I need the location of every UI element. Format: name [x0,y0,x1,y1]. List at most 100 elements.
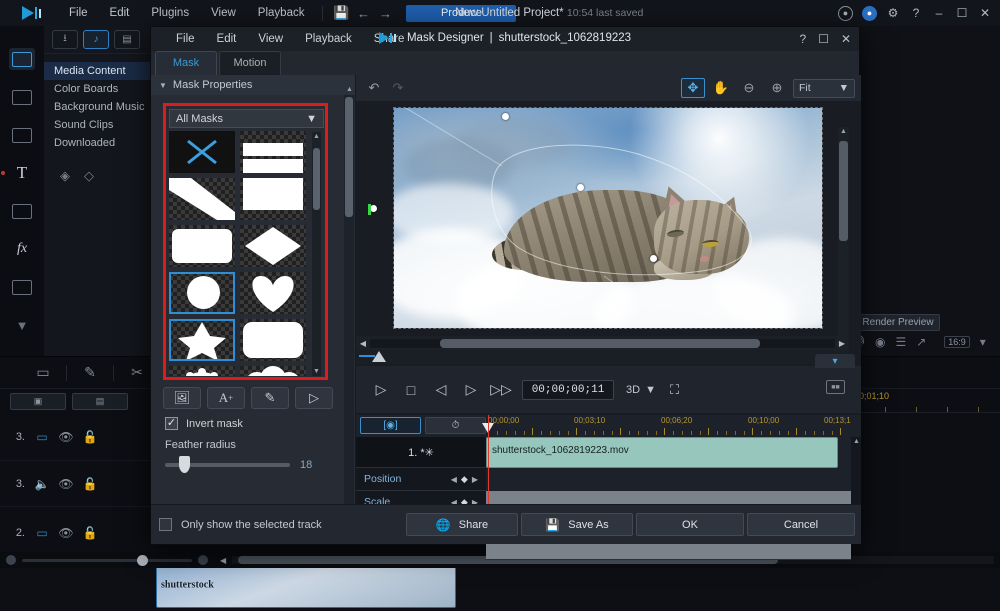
menu-file[interactable]: File [58,0,99,26]
mask-thumb-horizontal-split[interactable] [240,131,306,173]
mask-timeline-clip[interactable]: shutterstock_1062819223.mov [486,437,838,468]
mask-keyframe-tab[interactable]: [◉] [360,417,421,434]
mask-properties-header[interactable]: ▼ Mask Properties [151,75,355,95]
library-item-color-boards[interactable]: Color Boards [44,80,153,98]
scrollbar-track[interactable] [370,339,835,348]
feather-radius-slider[interactable] [165,463,290,467]
canvas-vertical-scrollbar[interactable]: ▲ ▼ [838,127,849,362]
help-button[interactable]: ? [799,32,806,46]
mask-thumb-diagonal-stripe[interactable] [169,178,235,220]
mask-thumb-starburst[interactable] [169,366,235,376]
invert-mask-row[interactable]: ✓ Invert mask [165,417,243,430]
mask-handle[interactable] [650,255,657,262]
only-show-selected-track-checkbox[interactable] [159,518,172,531]
eye-icon[interactable]: 👁 [54,430,78,444]
eye-icon[interactable]: 👁 [54,526,78,540]
save-icon[interactable]: 💾 [330,4,352,22]
preview-canvas[interactable] [393,107,823,329]
mask-timeline-ruler[interactable]: 00;00;00 00;03;10 00;06;20 00;10;00 00;1… [486,415,851,437]
scroll-up-arrow[interactable]: ▲ [346,86,353,93]
zoom-out-icon[interactable]: ⊖ [737,78,761,98]
mask-grid-scrollbar[interactable]: ▲ ▼ [312,132,321,376]
notification-bell-icon[interactable]: ● [862,6,877,21]
close-icon[interactable]: ✕ [978,6,992,20]
unlock-icon[interactable]: 🔓 [78,430,102,444]
table-row[interactable]: 3. ▭ 👁 🔓 [0,413,154,461]
fullscreen-icon[interactable]: ⛶ [670,382,679,398]
menu-view[interactable]: View [200,0,247,26]
polygon-pen-icon[interactable]: ▷ [295,387,333,409]
mask-thumb-rounded-square[interactable] [240,319,306,361]
mode-3d-dropdown[interactable]: 3D ▼ [626,384,656,396]
stop-button[interactable]: □ [396,377,426,403]
mask-handle[interactable] [502,113,509,120]
scroll-down-arrow[interactable]: ▼ [313,368,320,375]
cancel-button[interactable]: Cancel [747,513,855,536]
mask-thumb-no-mask[interactable] [169,131,235,173]
unlock-icon[interactable]: 🔓 [78,477,102,491]
time-slider-knob[interactable] [372,351,386,362]
zoom-out-handle[interactable] [6,555,16,565]
zoom-in-handle[interactable] [198,555,208,565]
canvas-horizontal-scrollbar[interactable]: ◀ ▶ [356,336,849,350]
scroll-up-arrow[interactable]: ▲ [313,133,320,140]
properties-panel-scrollbar[interactable]: ▲ ▼ [344,95,354,515]
undo-button[interactable]: ↶ [362,78,386,98]
sidebar-item-particle-room[interactable] [9,276,35,298]
text-plus-icon[interactable]: A+ [207,387,245,409]
mask-thumb-rectangle[interactable] [240,178,306,220]
ok-button[interactable]: OK [636,513,744,536]
mask-thumb-circle[interactable] [169,272,235,314]
eye-icon[interactable]: 👁 [54,477,78,491]
timeline-clip[interactable]: shutterstock [156,562,456,608]
previous-frame-button[interactable]: ◁ [426,377,456,403]
track-manager-icon[interactable]: ▤ [72,393,128,410]
scroll-up-arrow[interactable]: ▲ [840,128,847,135]
chevron-down-icon[interactable]: ▾ [815,354,855,368]
mask-thumb-diamond[interactable] [240,225,306,267]
sidebar-item-clapper-room[interactable] [9,124,35,146]
keyframe-nav[interactable]: ◀◆▶ [451,474,478,485]
table-row[interactable]: 3. 🔈 👁 🔓 [0,461,154,507]
import-icon[interactable]: ⭳ [52,30,78,49]
scrollbar-thumb[interactable] [839,141,848,241]
snapshot-camera-icon[interactable]: ◉ [875,335,885,349]
maximize-icon[interactable]: ☐ [955,6,969,20]
mask-filter-dropdown[interactable]: All Masks ▼ [169,109,324,128]
film-snapshot-icon[interactable]: ■■ [826,380,845,394]
zoom-slider-knob[interactable] [137,555,148,566]
motion-keyframe-tab[interactable]: ⏱ [425,417,486,434]
popout-icon[interactable]: ↗ [916,335,926,349]
scrollbar-thumb[interactable] [440,339,760,348]
next-keyframe-icon[interactable]: ▶ [472,475,478,484]
media-note-icon[interactable]: ♪ [83,30,109,49]
library-item-media-content[interactable]: Media Content [44,62,153,80]
preview-timecode[interactable]: 00;00;00;11 [522,380,614,400]
mask-rotate-handle[interactable] [370,205,377,212]
preview-time-slider[interactable] [356,350,849,364]
account-circle-icon[interactable]: ● [838,6,853,21]
sidebar-item-title-room-alt[interactable] [9,86,35,108]
minimize-icon[interactable]: – [932,6,946,20]
sidebar-item-media-room[interactable] [9,48,35,70]
mask-thumb-cloud[interactable] [240,366,306,376]
redo-arrow-icon[interactable]: → [374,4,396,22]
scroll-left-arrow[interactable]: ◀ [220,556,226,565]
tab-mask[interactable]: Mask [155,51,217,75]
scroll-right-arrow[interactable]: ▶ [835,339,849,348]
menu-playback[interactable]: Playback [247,0,316,26]
fast-forward-button[interactable]: ▷▷ [486,377,516,403]
zoom-fit-dropdown[interactable]: Fit ▼ [793,79,855,98]
property-row-position[interactable]: Position ◀◆▶ [356,468,486,491]
mask-thumb-heart[interactable] [240,272,306,314]
tab-motion[interactable]: Motion [219,51,281,75]
undo-arrow-icon[interactable]: ← [352,4,374,22]
sidebar-item-effect-room[interactable]: fx [9,238,35,260]
remove-tag-icon[interactable]: ◇ [84,168,94,184]
sidebar-item-transition-room[interactable] [9,200,35,222]
question-mark-icon[interactable]: ? [909,6,923,20]
maximize-button[interactable]: ☐ [818,32,829,46]
image-plus-icon[interactable]: 🖼 [163,387,201,409]
chevron-down-icon[interactable]: ▾ [980,335,986,349]
scrollbar-thumb[interactable] [313,148,320,210]
